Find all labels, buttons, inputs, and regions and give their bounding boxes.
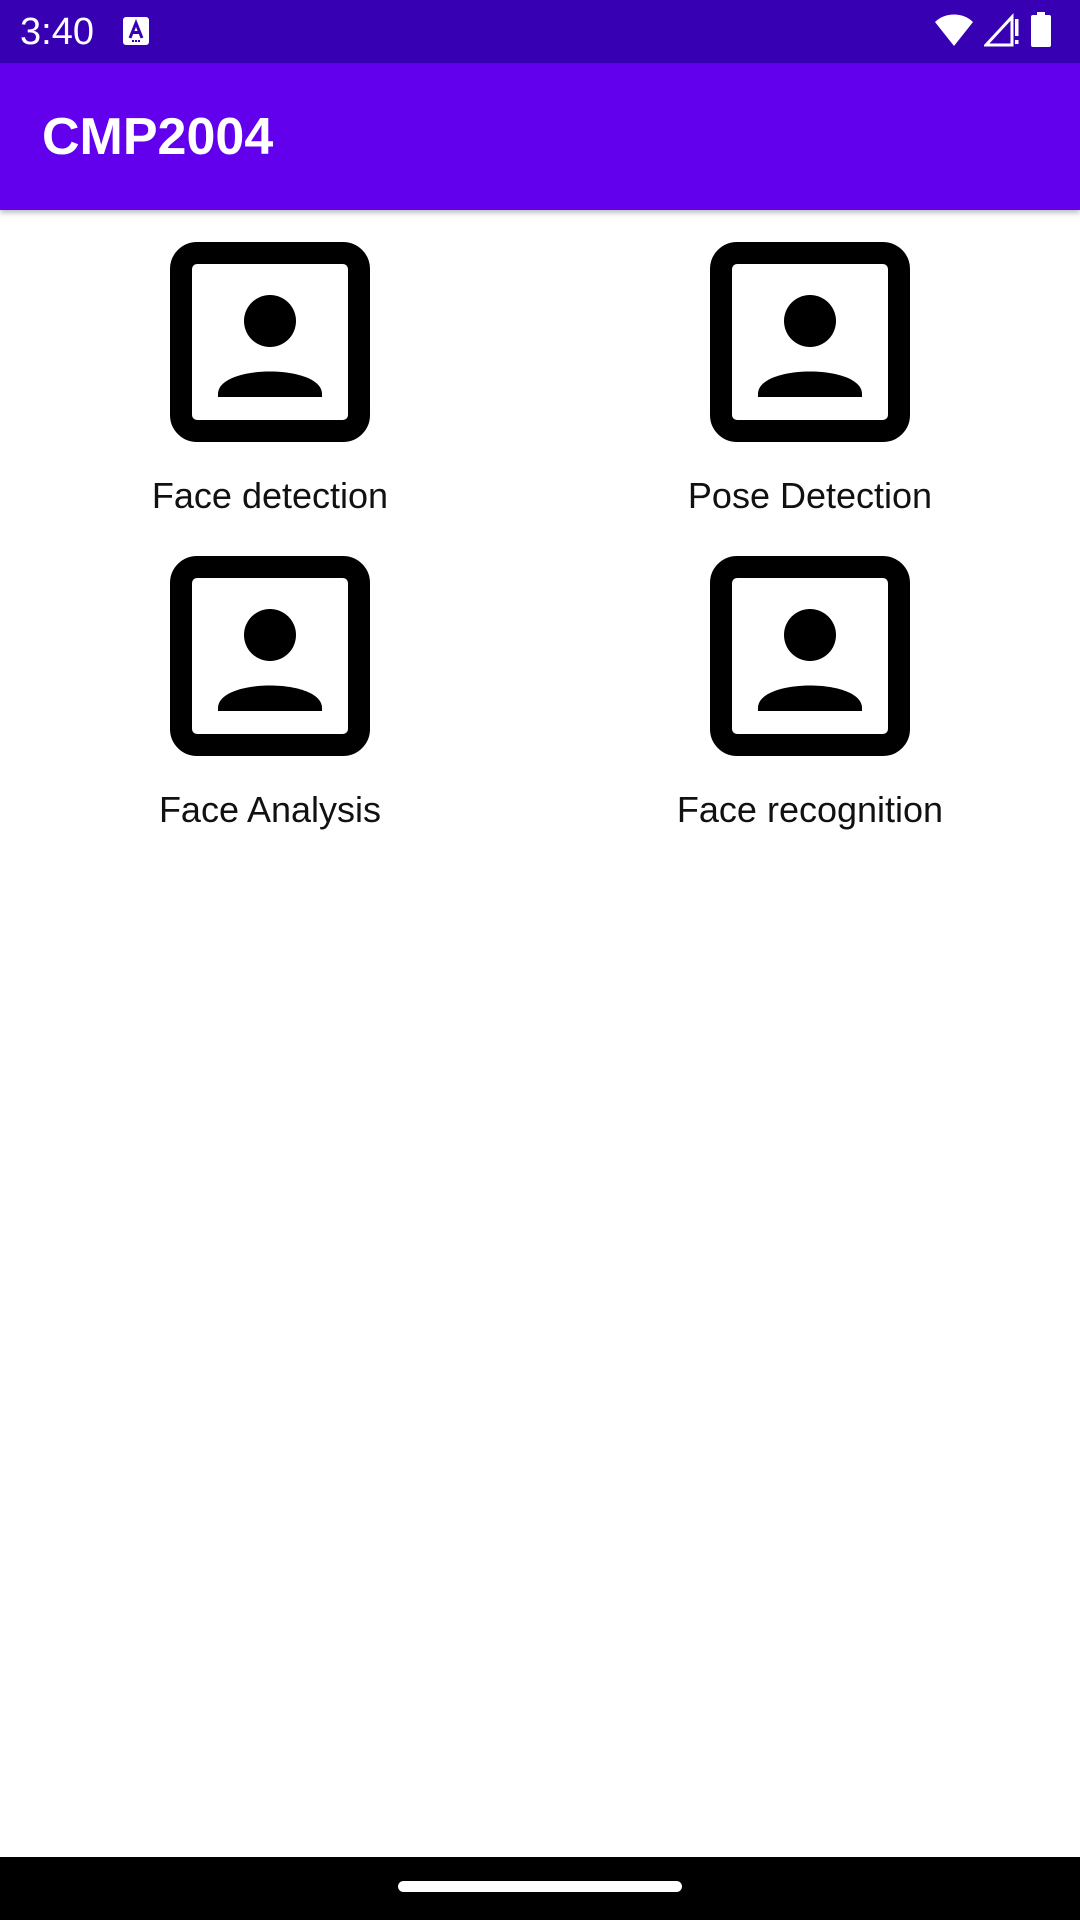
tile-label: Face recognition [676, 789, 944, 830]
status-icons [934, 11, 1052, 53]
navigation-bar [0, 1857, 1080, 1920]
status-bar: 3:40 [0, 0, 1080, 63]
status-time: 3:40 [20, 11, 94, 53]
app-bar: CMP2004 [0, 63, 1080, 210]
feature-grid: Face detection Pose Detection Face Analy… [0, 235, 1080, 863]
portrait-icon [710, 556, 910, 756]
battery-icon [1030, 11, 1052, 53]
a-text-icon [122, 16, 150, 46]
home-gesture-handle[interactable] [398, 1881, 682, 1892]
tile-label: Face Analysis [158, 789, 382, 830]
portrait-icon [710, 242, 910, 442]
pose-detection-tile[interactable]: Pose Detection [540, 235, 1080, 549]
screen: 3:40 CMP2004 Face detection Pose Detecti… [0, 0, 1080, 1920]
tile-label: Face detection [151, 475, 389, 516]
face-recognition-tile[interactable]: Face recognition [540, 549, 1080, 863]
portrait-icon [170, 242, 370, 442]
tile-label: Pose Detection [687, 475, 933, 516]
app-title: CMP2004 [42, 108, 274, 166]
face-detection-tile[interactable]: Face detection [0, 235, 540, 549]
face-analysis-tile[interactable]: Face Analysis [0, 549, 540, 863]
portrait-icon [170, 556, 370, 756]
signal-no-data-icon [982, 12, 1020, 52]
wifi-icon [934, 13, 974, 52]
